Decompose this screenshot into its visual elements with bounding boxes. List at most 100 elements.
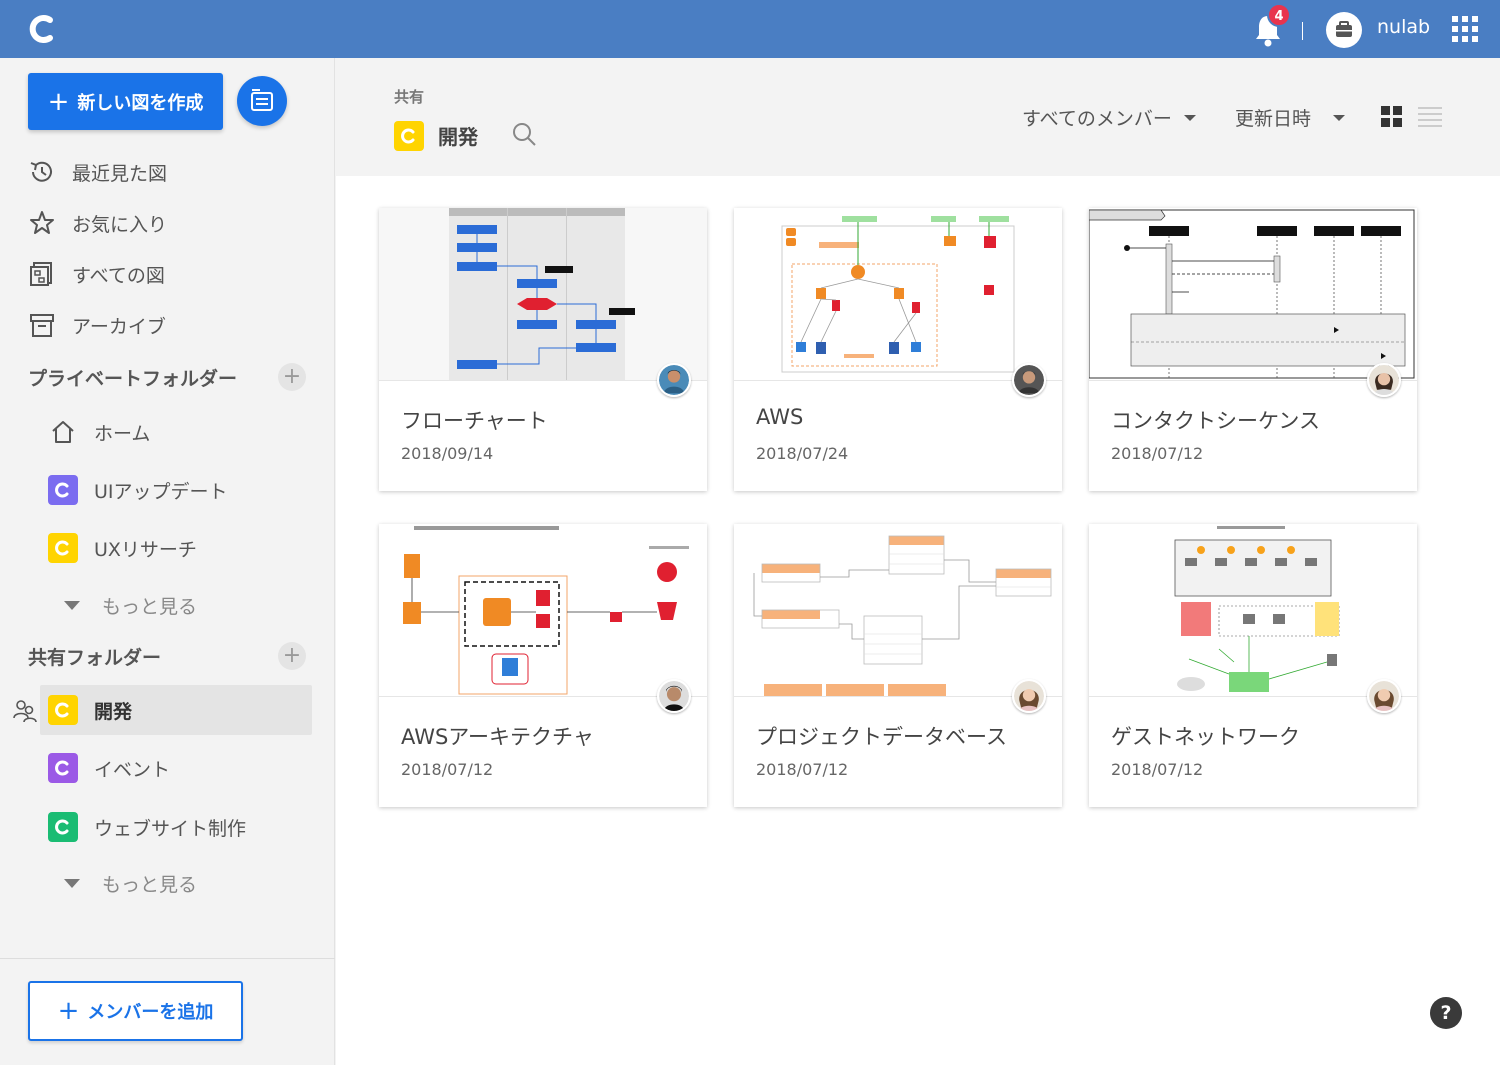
- card-date: 2018/07/12: [756, 760, 849, 779]
- author-avatar: [1012, 679, 1046, 713]
- diagram-thumbnail: [1089, 524, 1417, 697]
- star-icon: [30, 211, 54, 234]
- org-avatar[interactable]: [1326, 12, 1362, 48]
- card-title: フローチャート: [401, 409, 548, 433]
- folder-website-label: ウェブサイト制作: [94, 817, 247, 840]
- card-date: 2018/09/14: [401, 444, 494, 463]
- plus-icon: +: [57, 996, 80, 1026]
- member-filter-label: すべてのメンバー: [1022, 108, 1172, 130]
- notification-badge: 4: [1267, 3, 1291, 27]
- card-date: 2018/07/12: [401, 760, 494, 779]
- folder-ux-research-label: UXリサーチ: [94, 538, 197, 561]
- grid-view-icon[interactable]: [1380, 105, 1404, 129]
- search-icon[interactable]: [510, 120, 538, 148]
- nav-favorites-label: お気に入り: [72, 213, 168, 236]
- nav-recent[interactable]: 最近見た図: [28, 154, 167, 190]
- folder-home-label: ホーム: [94, 422, 151, 445]
- nav-archive-label: アーカイブ: [72, 315, 166, 338]
- folder-cacoo-icon: [48, 533, 78, 563]
- folder-development-label: 開発: [94, 700, 133, 723]
- list-view-icon[interactable]: [1418, 105, 1442, 129]
- author-avatar: [1012, 363, 1046, 397]
- add-member-label: メンバーを追加: [87, 1002, 214, 1023]
- author-avatar: [657, 363, 691, 397]
- folder-home[interactable]: ホーム: [48, 412, 150, 452]
- apps-grid-icon[interactable]: [1452, 16, 1478, 42]
- cacoo-logo-icon[interactable]: [28, 12, 56, 46]
- sidebar-divider: [0, 958, 335, 959]
- shared-folders-title: 共有フォルダー: [28, 647, 162, 669]
- history-icon: [30, 161, 52, 182]
- private-folders-title: プライベートフォルダー: [28, 368, 238, 390]
- nav-archive[interactable]: アーカイブ: [28, 307, 166, 343]
- diagram-card-aws-architecture[interactable]: AWSアーキテクチャ 2018/07/12: [379, 524, 707, 807]
- folder-cacoo-icon: [48, 475, 78, 505]
- briefcase-icon: [1336, 21, 1352, 37]
- diagram-card-aws[interactable]: AWS 2018/07/24: [734, 208, 1062, 491]
- author-avatar: [1367, 679, 1401, 713]
- caret-down-icon: [64, 601, 80, 610]
- folder-ux-research[interactable]: UXリサーチ: [48, 528, 197, 568]
- caret-down-icon: [1333, 114, 1346, 121]
- folder-event-label: イベント: [94, 758, 171, 781]
- add-member-button[interactable]: + メンバーを追加: [28, 981, 243, 1041]
- plus-icon: +: [47, 86, 70, 117]
- archive-icon: [30, 314, 54, 337]
- card-title: AWS: [756, 405, 804, 429]
- org-name[interactable]: nulab: [1377, 16, 1430, 38]
- template-icon: [251, 89, 273, 111]
- divider: [1302, 22, 1303, 40]
- caret-down-icon: [1183, 114, 1196, 121]
- diagram-card-project-database[interactable]: プロジェクトデータベース 2018/07/12: [734, 524, 1062, 807]
- all-diagrams-icon: [30, 262, 52, 286]
- diagram-card-guest-network[interactable]: ゲストネットワーク 2018/07/12: [1089, 524, 1417, 807]
- folder-cacoo-icon: [48, 812, 78, 842]
- show-more-shared[interactable]: もっと見る: [64, 870, 197, 897]
- page-title: 開発: [438, 125, 478, 149]
- folder-cacoo-icon: [48, 695, 78, 725]
- author-avatar: [657, 679, 691, 713]
- author-avatar: [1367, 363, 1401, 397]
- diagram-thumbnail: [734, 524, 1062, 697]
- show-more-label: もっと見る: [102, 874, 198, 896]
- card-date: 2018/07/12: [1111, 760, 1204, 779]
- card-title: AWSアーキテクチャ: [401, 725, 594, 749]
- add-shared-folder-button[interactable]: +: [278, 642, 306, 670]
- card-title: コンタクトシーケンス: [1111, 409, 1320, 433]
- member-filter-dropdown[interactable]: すべてのメンバー: [1022, 104, 1196, 131]
- home-icon: [52, 421, 74, 443]
- diagram-thumbnail: [379, 524, 707, 697]
- template-button[interactable]: [237, 76, 287, 126]
- diagram-thumbnail: [379, 208, 707, 381]
- diagram-thumbnail: [1089, 208, 1417, 381]
- top-bar: 4 nulab: [0, 0, 1500, 58]
- nav-all-diagrams[interactable]: すべての図: [28, 256, 165, 292]
- sort-dropdown[interactable]: 更新日時: [1235, 104, 1346, 131]
- folder-event[interactable]: イベント: [48, 748, 170, 788]
- sort-label: 更新日時: [1235, 108, 1312, 130]
- nav-favorites[interactable]: お気に入り: [28, 205, 167, 241]
- card-date: 2018/07/24: [756, 444, 849, 463]
- add-private-folder-button[interactable]: +: [278, 363, 306, 391]
- diagram-card-contact-sequence[interactable]: コンタクトシーケンス 2018/07/12: [1089, 208, 1417, 491]
- diagram-grid: フローチャート 2018/09/14 AWS 2018/07/24 コンタクトシ…: [336, 176, 1500, 1065]
- folder-cacoo-icon: [394, 121, 424, 151]
- create-diagram-label: 新しい図を作成: [77, 92, 204, 114]
- main-header: 共有 開発 すべてのメンバー 更新日時: [336, 58, 1500, 176]
- diagram-card-flowchart[interactable]: フローチャート 2018/09/14: [379, 208, 707, 491]
- caret-down-icon: [64, 879, 80, 888]
- breadcrumb[interactable]: 共有: [394, 86, 424, 107]
- folder-ui-update[interactable]: UIアップデート: [48, 470, 228, 510]
- nav-recent-label: 最近見た図: [72, 162, 168, 185]
- folder-website[interactable]: ウェブサイト制作: [48, 807, 246, 847]
- help-button[interactable]: ?: [1430, 997, 1462, 1029]
- nav-all-diagrams-label: すべての図: [72, 264, 165, 287]
- folder-cacoo-icon: [48, 753, 78, 783]
- folder-development[interactable]: 開発: [48, 690, 132, 730]
- sidebar: + 新しい図を作成 最近見た図 お気に入り すべての図 アーカイブ プライベート…: [0, 58, 335, 1065]
- show-more-private[interactable]: もっと見る: [64, 592, 197, 619]
- shared-people-icon: [13, 700, 37, 723]
- create-diagram-button[interactable]: + 新しい図を作成: [28, 73, 223, 130]
- diagram-thumbnail: [734, 208, 1062, 381]
- show-more-label: もっと見る: [102, 596, 198, 618]
